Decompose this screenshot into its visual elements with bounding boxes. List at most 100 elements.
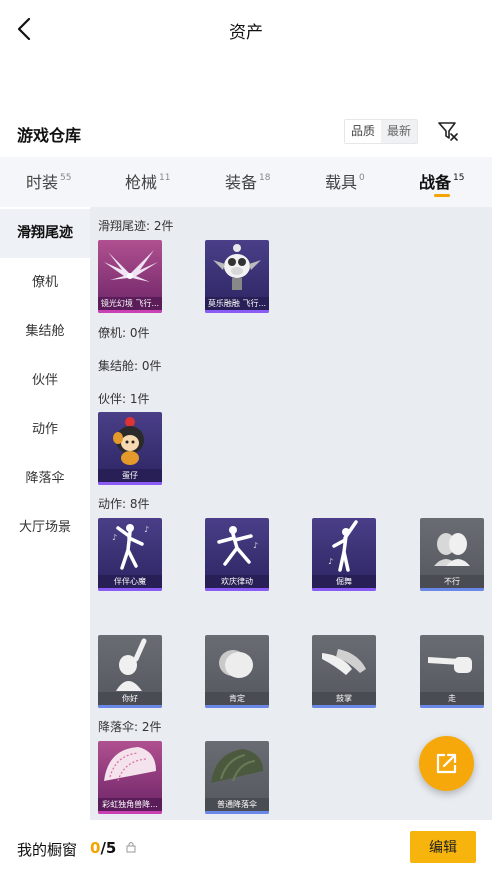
tab-label: 时装 — [26, 173, 59, 192]
egg-partner-icon — [113, 417, 144, 465]
sort-newest[interactable]: 最新 — [381, 120, 418, 143]
cow-mascot-icon — [213, 244, 261, 290]
item-caption: 伴伴心魔 — [98, 575, 162, 588]
two-faces-icon — [434, 533, 470, 566]
parachute-icon — [211, 749, 263, 783]
svg-text:♪: ♪ — [112, 533, 117, 542]
sidebar: 滑翔尾迹 僚机 集结舱 伙伴 动作 降落伞 大厅场景 — [0, 207, 90, 820]
item-caption: 不行 — [420, 575, 484, 588]
item-caption: 彩虹独角兽降... — [98, 798, 162, 811]
dance-pose-icon: ♪ ♪ — [112, 524, 149, 570]
page-title: 资产 — [229, 23, 263, 43]
item-card[interactable]: 肯定 — [205, 635, 269, 708]
group-header-drone: 僚机: 0件 — [98, 326, 150, 340]
rarity-bar — [312, 705, 376, 708]
item-card[interactable]: 镜光幻境 飞行... — [98, 240, 162, 313]
item-card[interactable]: 你好 — [98, 635, 162, 708]
item-card[interactable]: 彩虹独角兽降... — [98, 741, 162, 814]
bottom-bar: 我的橱窗 0/5 编辑 — [0, 820, 492, 876]
item-card[interactable]: 鼓掌 — [312, 635, 376, 708]
sidebar-item-glide-trail[interactable]: 滑翔尾迹 — [0, 209, 90, 258]
sidebar-item-drone[interactable]: 僚机 — [0, 258, 90, 307]
tab-tactical[interactable]: 战备 15 — [419, 169, 464, 193]
tab-label: 战备 — [419, 173, 452, 192]
waving-hand-icon — [116, 638, 147, 691]
rarity-bar — [205, 310, 269, 313]
wings-icon — [104, 250, 158, 282]
item-content: 滑翔尾迹: 2件 镜光幻境 飞行... 莫乐融融 飞行... 僚机: 0件 集结… — [90, 207, 492, 820]
group-header-parachute: 降落伞: 2件 — [98, 720, 162, 734]
rarity-bar — [420, 588, 484, 591]
item-caption: 莫乐融融 飞行... — [205, 297, 269, 310]
sidebar-item-emote[interactable]: 动作 — [0, 405, 90, 454]
item-card[interactable]: 普通降落伞 — [205, 741, 269, 814]
item-card[interactable]: ♪ ♪ 伴伴心魔 — [98, 518, 162, 591]
sidebar-item-parachute[interactable]: 降落伞 — [0, 454, 90, 503]
category-tabs: 时装 55 枪械 11 装备 18 载具 0 战备 15 — [0, 157, 492, 207]
tab-label: 装备 — [225, 173, 258, 192]
tab-guns[interactable]: 枪械 11 — [125, 169, 170, 193]
item-card[interactable]: 不行 — [420, 518, 484, 591]
rarity-bar — [312, 588, 376, 591]
item-caption: 鼓掌 — [312, 692, 376, 705]
rarity-bar — [205, 588, 269, 591]
showcase-count: 0/5 — [90, 839, 116, 857]
rarity-bar — [98, 811, 162, 814]
edit-button[interactable]: 编辑 — [410, 831, 476, 863]
filter-icon[interactable] — [437, 120, 459, 142]
share-button[interactable] — [419, 736, 474, 791]
section-title: 游戏仓库 — [17, 126, 82, 145]
svg-text:♪: ♪ — [253, 541, 258, 550]
rarity-bar — [98, 705, 162, 708]
lock-icon — [126, 842, 136, 853]
item-card[interactable]: ♪ 欢庆律动 — [205, 518, 269, 591]
item-caption: 肯定 — [205, 692, 269, 705]
tab-count: 11 — [159, 173, 171, 183]
sidebar-item-lobby-scene[interactable]: 大厅场景 — [0, 503, 90, 552]
sort-quality[interactable]: 品质 — [345, 120, 381, 143]
item-card[interactable]: ♪ 倔舞 — [312, 518, 376, 591]
nodding-head-icon — [219, 650, 253, 678]
tab-count: 55 — [60, 173, 72, 183]
tab-vehicles[interactable]: 载具 0 — [325, 169, 365, 193]
rarity-bar — [98, 310, 162, 313]
tab-equipment[interactable]: 装备 18 — [225, 169, 270, 193]
tab-label: 枪械 — [125, 173, 158, 192]
showcase-total: /5 — [100, 839, 117, 857]
dance-pose-icon: ♪ — [217, 526, 258, 566]
rarity-bar — [205, 705, 269, 708]
tab-fashion[interactable]: 时装 55 — [26, 169, 71, 193]
dance-pose-icon: ♪ — [328, 520, 358, 572]
showcase-label: 我的橱窗 — [17, 841, 78, 859]
item-caption: 蛋仔 — [98, 469, 162, 482]
app-root: 资产 游戏仓库 品质 最新 时装 55 枪械 11 装备 18 载具 0 战备 15 滑翔… — [0, 0, 492, 876]
tab-count: 15 — [453, 173, 465, 183]
tab-label: 载具 — [325, 173, 358, 192]
group-header-glide: 滑翔尾迹: 2件 — [98, 219, 174, 233]
item-caption: 镜光幻境 飞行... — [98, 297, 162, 310]
sidebar-item-pod[interactable]: 集结舱 — [0, 307, 90, 356]
rarity-bar — [98, 588, 162, 591]
svg-text:♪: ♪ — [144, 525, 149, 534]
rarity-bar — [98, 482, 162, 485]
showcase-used: 0 — [90, 839, 101, 857]
top-bar: 资产 — [0, 0, 492, 58]
share-icon — [436, 753, 457, 774]
tab-count: 18 — [259, 173, 271, 183]
clapping-hands-icon — [322, 649, 366, 675]
item-card[interactable]: 蛋仔 — [98, 412, 162, 485]
item-caption: 走 — [420, 692, 484, 705]
group-header-pod: 集结舱: 0件 — [98, 359, 162, 373]
item-card[interactable]: 莫乐融融 飞行... — [205, 240, 269, 313]
item-card[interactable]: 走 — [420, 635, 484, 708]
item-caption: 欢庆律动 — [205, 575, 269, 588]
item-caption: 普通降落伞 — [205, 798, 269, 811]
rarity-bar — [420, 705, 484, 708]
group-header-partner: 伙伴: 1件 — [98, 392, 150, 406]
tab-indicator — [434, 194, 450, 197]
sidebar-item-partner[interactable]: 伙伴 — [0, 356, 90, 405]
parachute-icon — [104, 747, 156, 782]
group-header-emote: 动作: 8件 — [98, 497, 150, 511]
rarity-bar — [205, 811, 269, 814]
svg-text:♪: ♪ — [328, 557, 333, 566]
